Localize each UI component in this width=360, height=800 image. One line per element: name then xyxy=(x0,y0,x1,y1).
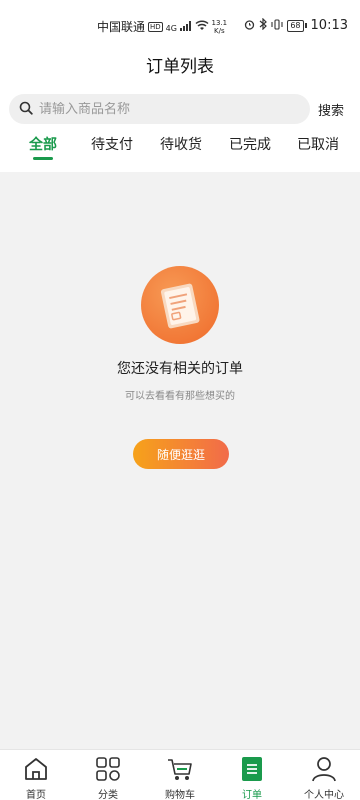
carrier-label: 中国联通 xyxy=(97,20,146,34)
tab-pending-receipt[interactable]: 待收货 xyxy=(160,134,202,154)
nav-item-order[interactable]: 订单 xyxy=(216,754,288,800)
header: 中国联通 HD 4G 13.1 K/s 68 10:13 订单列表 请输入商品名… xyxy=(0,0,360,172)
nav-item-home[interactable]: 首页 xyxy=(0,754,72,800)
nav-label-home: 首页 xyxy=(26,790,46,800)
order-icon xyxy=(242,757,262,781)
status-bar: 中国联通 HD 4G 13.1 K/s 68 10:13 xyxy=(0,14,360,38)
order-status-tabs: 全部 待支付 待收货 已完成 已取消 xyxy=(0,132,360,166)
nav-label-cart: 购物车 xyxy=(165,790,195,800)
search-icon xyxy=(19,100,33,119)
vibrate-icon xyxy=(271,18,283,33)
nav-label-order: 订单 xyxy=(242,790,262,800)
hd-badge: HD xyxy=(148,21,163,32)
alarm-icon xyxy=(244,19,255,33)
net-speed: 13.1 K/s xyxy=(212,19,228,35)
receipt-icon xyxy=(160,283,200,329)
profile-icon xyxy=(312,757,336,782)
search-input[interactable] xyxy=(39,101,279,117)
nav-label-category: 分类 xyxy=(98,790,118,800)
empty-orders-illustration xyxy=(141,266,219,344)
page-title: 订单列表 xyxy=(146,57,214,77)
home-icon xyxy=(25,758,47,780)
cellular-signal-icon: 4G xyxy=(165,20,192,33)
nav-item-cart[interactable]: 购物车 xyxy=(144,754,216,800)
signal-label: 4G xyxy=(165,23,177,33)
nav-label-profile: 个人中心 xyxy=(304,790,344,800)
clock: 10:13 xyxy=(310,18,348,33)
tab-pending-payment[interactable]: 待支付 xyxy=(91,134,133,154)
net-speed-unit: K/s xyxy=(214,26,225,35)
tab-all[interactable]: 全部 xyxy=(29,134,57,154)
battery-icon: 68 xyxy=(287,19,307,32)
battery-level: 68 xyxy=(287,19,304,32)
browse-button[interactable]: 随便逛逛 xyxy=(133,439,229,469)
active-tab-indicator xyxy=(33,157,53,160)
wifi-icon xyxy=(195,19,209,34)
net-speed-value: 13.1 xyxy=(211,18,228,27)
search-box[interactable] xyxy=(9,94,310,124)
nav-item-profile[interactable]: 个人中心 xyxy=(288,754,360,800)
bluetooth-icon xyxy=(259,17,268,33)
bottom-nav: 首页 分类 购物车 订单 个人中心 xyxy=(0,749,360,800)
category-icon xyxy=(96,757,120,781)
empty-state-subtitle: 可以去看看有那些想买的 xyxy=(125,391,235,402)
tab-cancelled[interactable]: 已取消 xyxy=(297,134,339,154)
nav-item-category[interactable]: 分类 xyxy=(72,754,144,800)
search-button[interactable]: 搜索 xyxy=(318,100,344,119)
cart-icon xyxy=(168,759,192,780)
empty-state-title: 您还没有相关的订单 xyxy=(117,361,243,377)
tab-completed[interactable]: 已完成 xyxy=(229,134,271,154)
